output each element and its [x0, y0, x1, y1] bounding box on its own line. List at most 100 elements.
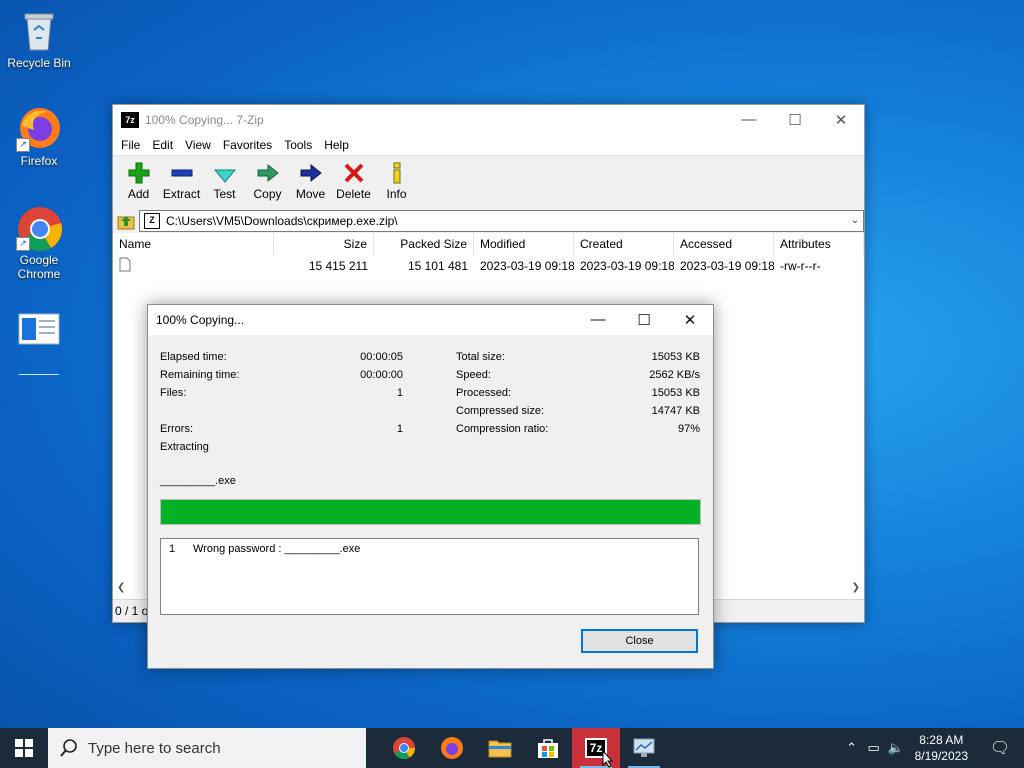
desktop-icon-firefox[interactable]: ↗ Firefox [2, 106, 76, 168]
recycle-bin-icon [16, 8, 62, 54]
add-button[interactable]: Add [117, 156, 160, 201]
path-text: C:\Users\VM5\Downloads\скример.exe.zip\ [166, 213, 398, 228]
menu-view[interactable]: View [179, 138, 217, 152]
stat-label [160, 402, 360, 420]
desktop-icon-label: Google Chrome [17, 253, 61, 281]
extract-button[interactable]: Extract [160, 156, 203, 201]
stat-label: Files: [160, 387, 187, 399]
stat-value: 00:00:00 [360, 369, 403, 381]
column-accessed[interactable]: Accessed [674, 233, 774, 255]
stat-label: Errors: [160, 423, 193, 435]
stat-label: Elapsed time: [160, 351, 227, 363]
close-window-button[interactable]: ✕ [818, 111, 864, 129]
network-icon[interactable]: ▭ [863, 740, 885, 756]
volume-icon[interactable]: 🔈 [885, 740, 907, 756]
current-file: _________.exe [160, 475, 236, 487]
stat-value: 15053 KB [651, 387, 700, 399]
move-label: Move [295, 187, 326, 201]
windows-logo-icon [15, 739, 33, 757]
address-bar: Z C:\Users\VM5\Downloads\скример.exe.zip… [113, 208, 864, 233]
archive-icon: Z [144, 212, 160, 229]
column-attributes[interactable]: Attributes [774, 233, 864, 255]
stat-label: Processed: [456, 387, 512, 399]
clock-date: 8/19/2023 [914, 749, 968, 763]
message-row[interactable]: 1 Wrong password : _________.exe [161, 539, 698, 555]
menu-file[interactable]: File [115, 138, 146, 152]
stat-value: 00:00:05 [360, 351, 403, 363]
stat-label: Total size: [456, 351, 505, 363]
taskbar-control-panel[interactable] [620, 728, 668, 768]
file-list-header: Name Size Packed Size Modified Created A… [113, 233, 864, 256]
file-accessed: 2023-03-19 09:18 [680, 259, 774, 273]
desktop-icon-recycle-bin[interactable]: Recycle Bin [2, 8, 76, 70]
window-title: 100% Copying... 7-Zip [145, 113, 264, 127]
copying-progress-dialog: 100% Copying... — ☐ ✕ Elapsed time: 00:00… [147, 304, 714, 669]
stat-value: 14747 KB [651, 405, 700, 417]
message-number: 1 [169, 543, 176, 555]
desktop-icon-document[interactable] [2, 310, 76, 375]
status-text: 0 / 1 o [115, 604, 149, 618]
menu-edit[interactable]: Edit [146, 138, 179, 152]
chrome-icon: ↗ [16, 205, 62, 251]
shortcut-arrow-icon: ↗ [16, 237, 30, 251]
path-input[interactable]: Z C:\Users\VM5\Downloads\скример.exe.zip… [139, 209, 864, 232]
chevron-down-icon[interactable]: ⌄ [847, 215, 863, 226]
file-explorer-icon [488, 740, 512, 758]
add-label: Add [127, 187, 150, 201]
start-button[interactable] [0, 728, 48, 768]
title-bar: 7z 100% Copying... 7-Zip — ☐ ✕ [113, 105, 864, 135]
file-row[interactable]: 15 415 211 15 101 481 2023-03-19 09:18 2… [113, 256, 864, 276]
right-stats: Total size: 15053 KB Speed: 2562 KB/s Proc… [456, 348, 700, 438]
notification-icon[interactable]: 🗨 [976, 738, 1024, 758]
column-size[interactable]: Size [274, 233, 374, 255]
operation-label: Extracting [160, 441, 209, 453]
message-list[interactable]: 1 Wrong password : _________.exe [160, 538, 699, 615]
maximize-button[interactable]: ☐ [772, 111, 818, 129]
dialog-minimize-button[interactable]: — [575, 311, 621, 329]
left-stats: Elapsed time: 00:00:05 Remaining time: 00:… [160, 348, 403, 438]
stat-value: 2562 KB/s [649, 369, 700, 381]
dialog-close-x-button[interactable]: ✕ [667, 311, 713, 329]
copy-label: Copy [253, 187, 282, 201]
test-button[interactable]: Test [203, 156, 246, 201]
taskbar-store[interactable] [524, 728, 572, 768]
move-button[interactable]: Move [289, 156, 332, 201]
7zip-app-icon: 7z [121, 112, 139, 128]
scroll-right-icon[interactable]: ❯ [852, 582, 860, 593]
column-packed-size[interactable]: Packed Size [374, 233, 474, 255]
column-name[interactable]: Name [113, 233, 274, 255]
search-placeholder: Type here to search [88, 739, 221, 757]
mouse-cursor-icon [602, 750, 614, 768]
folder-up-icon[interactable] [117, 212, 135, 230]
scroll-left-icon[interactable]: ❮ [117, 582, 125, 593]
control-panel-icon [633, 738, 655, 757]
clock-time: 8:28 AM [919, 733, 964, 747]
file-created: 2023-03-19 09:18 [580, 259, 674, 273]
taskbar-search-box[interactable]: Type here to search [48, 728, 366, 768]
chevron-up-icon[interactable]: ⌃ [841, 740, 863, 756]
taskbar-file-explorer[interactable] [476, 728, 524, 768]
column-modified[interactable]: Modified [474, 233, 574, 255]
stat-value: 1 [396, 423, 403, 435]
close-button[interactable]: Close [581, 629, 698, 653]
search-icon [60, 739, 77, 757]
minimize-button[interactable]: — [726, 111, 772, 129]
copy-button[interactable]: Copy [246, 156, 289, 201]
move-arrow-icon [300, 163, 322, 183]
taskbar-7zip[interactable]: 7z [572, 728, 620, 768]
taskbar-firefox[interactable] [428, 728, 476, 768]
delete-button[interactable]: Delete [332, 156, 375, 201]
menu-help[interactable]: Help [318, 138, 355, 152]
dialog-maximize-button[interactable]: ☐ [621, 311, 667, 329]
column-created[interactable]: Created [574, 233, 674, 255]
stat-value: 97% [677, 423, 700, 435]
file-size: 15 415 211 [308, 259, 368, 273]
menu-favorites[interactable]: Favorites [217, 138, 278, 152]
info-button[interactable]: Info [375, 156, 418, 201]
clock[interactable]: 8:28 AM 8/19/2023 [907, 732, 976, 764]
desktop-icon-chrome[interactable]: ↗ Google Chrome [2, 205, 76, 281]
desktop-icon-label: Recycle Bin [7, 56, 71, 70]
taskbar-chrome[interactable] [380, 728, 428, 768]
file-attributes: -rw-r--r- [780, 259, 821, 273]
menu-tools[interactable]: Tools [278, 138, 318, 152]
